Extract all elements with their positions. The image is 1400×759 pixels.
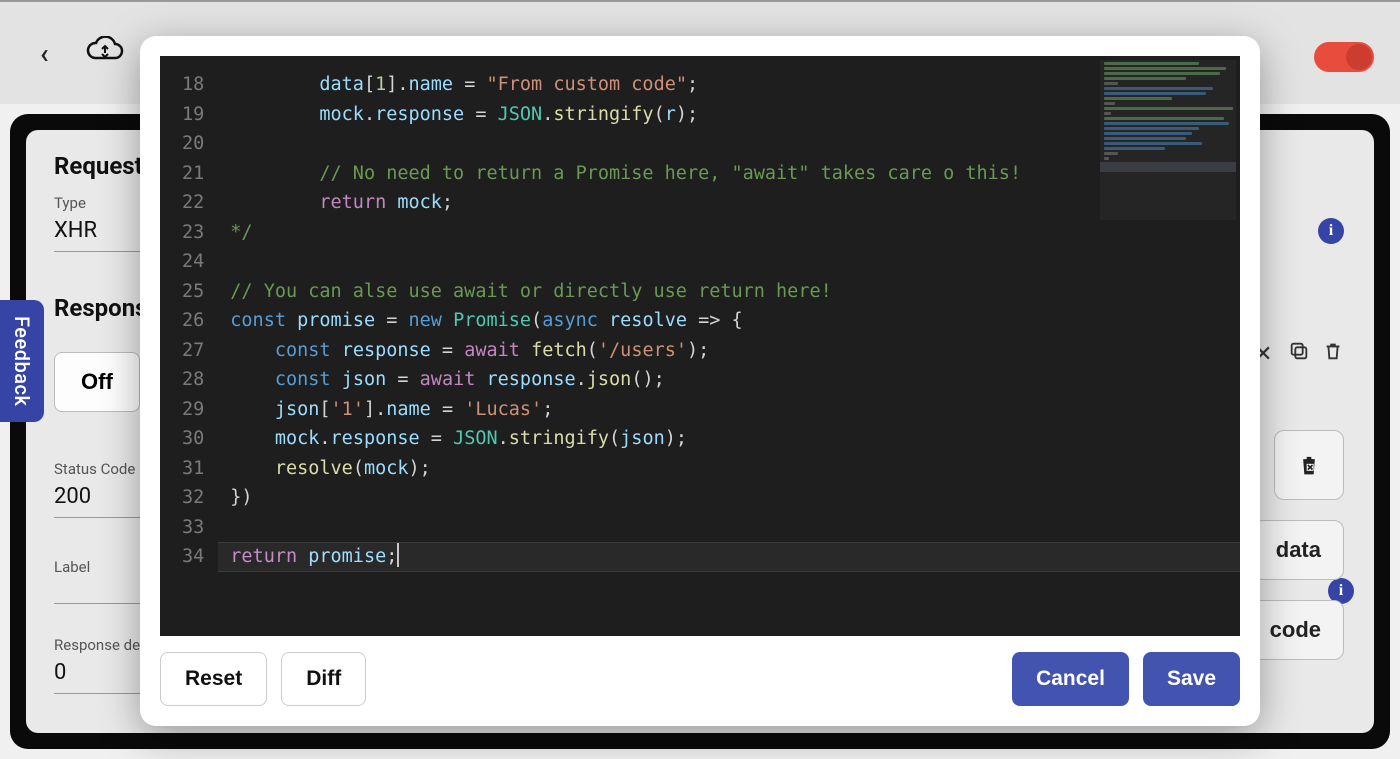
code-line[interactable]: */ <box>230 218 1240 248</box>
line-gutter: 1819202122232425262728293031323334 <box>160 56 218 636</box>
code-line[interactable]: return mock; <box>230 188 1240 218</box>
code-editor[interactable]: 1819202122232425262728293031323334 data[… <box>160 56 1240 636</box>
code-line[interactable]: const response = await fetch('/users'); <box>230 336 1240 366</box>
code-line[interactable] <box>230 247 1240 277</box>
code-line[interactable]: resolve(mock); <box>230 454 1240 484</box>
code-line[interactable]: // No need to return a Promise here, "aw… <box>230 159 1240 189</box>
save-button[interactable]: Save <box>1143 652 1240 706</box>
code-line[interactable] <box>230 513 1240 543</box>
cancel-button[interactable]: Cancel <box>1012 652 1129 706</box>
code-line[interactable]: data[1].name = "From custom code"; <box>230 70 1240 100</box>
modal-footer: Reset Diff Cancel Save <box>160 636 1240 706</box>
code-line[interactable]: json['1'].name = 'Lucas'; <box>230 395 1240 425</box>
code-editor-modal: 1819202122232425262728293031323334 data[… <box>140 36 1260 726</box>
diff-button[interactable]: Diff <box>281 652 366 706</box>
minimap[interactable] <box>1100 60 1236 220</box>
code-line[interactable] <box>230 129 1240 159</box>
code-line[interactable]: mock.response = JSON.stringify(json); <box>230 424 1240 454</box>
reset-button[interactable]: Reset <box>160 652 267 706</box>
code-line[interactable]: const json = await response.json(); <box>230 365 1240 395</box>
code-line[interactable]: mock.response = JSON.stringify(r); <box>230 100 1240 130</box>
code-line[interactable]: }) <box>230 483 1240 513</box>
modal-backdrop: 1819202122232425262728293031323334 data[… <box>0 0 1400 759</box>
code-line[interactable]: const promise = new Promise(async resolv… <box>230 306 1240 336</box>
code-area[interactable]: data[1].name = "From custom code"; mock.… <box>218 56 1240 636</box>
code-line[interactable]: // You can alse use await or directly us… <box>230 277 1240 307</box>
